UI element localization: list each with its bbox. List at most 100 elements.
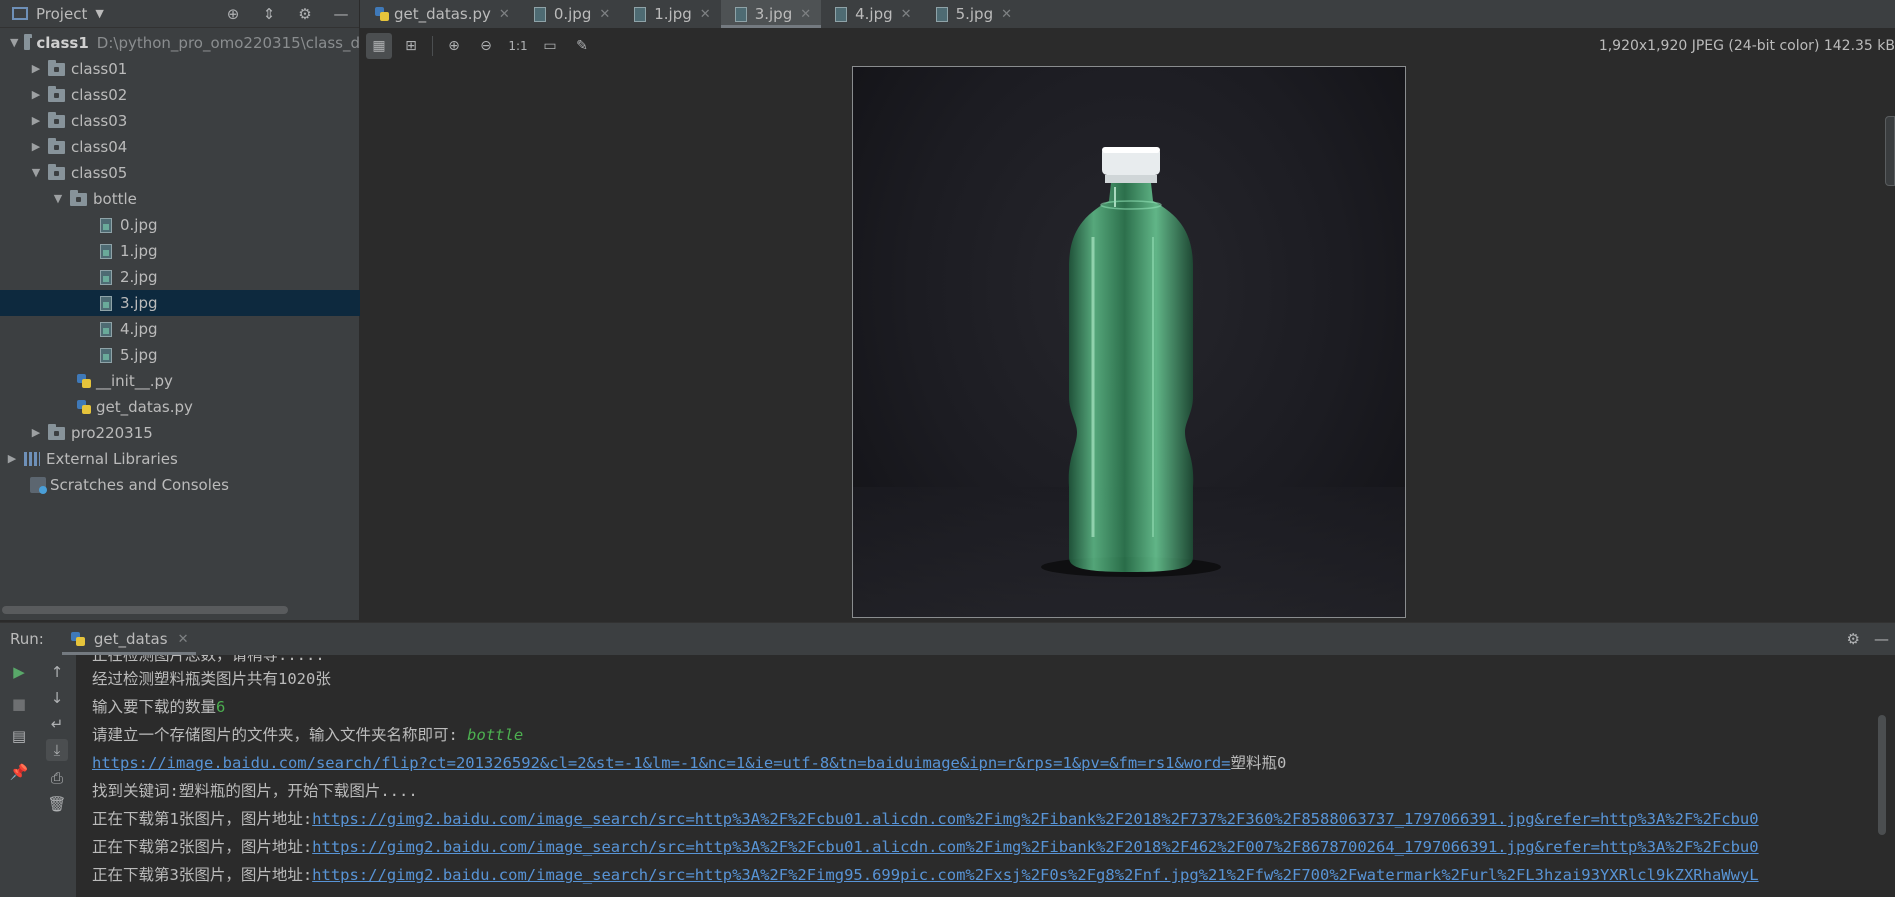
tree-item-class01[interactable]: ▶ class01: [0, 56, 360, 82]
folder-icon: [48, 137, 65, 154]
tree-item-label: class04: [71, 138, 128, 156]
close-icon[interactable]: ✕: [1001, 7, 1012, 22]
close-icon[interactable]: ✕: [178, 632, 189, 647]
tree-item-file[interactable]: 0.jpg: [0, 212, 360, 238]
project-view-icon: [12, 7, 28, 20]
console-text: 输入要下载的数量: [92, 698, 217, 716]
close-icon[interactable]: ✕: [499, 7, 510, 22]
console-output[interactable]: 正在检测图片总数，请稍等..... 经过检测塑料瓶类图片共有1020张 输入要下…: [76, 655, 1886, 897]
tree-item-class04[interactable]: ▶ class04: [0, 134, 360, 160]
tab-label: get_datas.py: [394, 5, 491, 23]
tree-item-external-libraries[interactable]: ▶ External Libraries: [0, 446, 360, 472]
print-icon[interactable]: ⎙: [46, 767, 68, 789]
close-icon[interactable]: ✕: [700, 7, 711, 22]
user-input: bottle: [467, 726, 524, 744]
tree-item-class03[interactable]: ▶ class03: [0, 108, 360, 134]
minimize-icon[interactable]: —: [331, 4, 351, 24]
grid-icon[interactable]: ⊞: [398, 33, 424, 59]
minimize-icon[interactable]: —: [1874, 630, 1889, 648]
run-tab-get-datas[interactable]: get_datas ✕: [61, 623, 197, 655]
project-view-selector[interactable]: Project: [36, 5, 87, 23]
console-text: 请建立一个存储图片的文件夹，输入文件夹名称即可:: [92, 726, 468, 744]
tab-1-jpg[interactable]: 1.jpg ✕: [620, 0, 720, 28]
tree-item-pro220315[interactable]: ▶ pro220315: [0, 420, 360, 446]
tree-item-scratches[interactable]: Scratches and Consoles: [0, 472, 360, 498]
tree-item-label: 0.jpg: [120, 216, 158, 234]
scroll-to-end-icon[interactable]: ⤓: [46, 739, 68, 761]
tree-item-class1[interactable]: ▼ class1 D:\python_pro_omo220315\class_d: [0, 30, 360, 56]
collapsed-arrow-icon[interactable]: ▶: [30, 63, 42, 75]
tree-item-label: class02: [71, 86, 128, 104]
console-line: 找到关键词:塑料瓶的图片，开始下载图片....: [92, 782, 418, 800]
collapse-all-icon[interactable]: ⇕: [259, 4, 279, 24]
gear-icon[interactable]: ⚙: [295, 4, 315, 24]
console-link[interactable]: https://gimg2.baidu.com/image_search/src…: [312, 838, 1758, 856]
expanded-arrow-icon[interactable]: ▼: [52, 193, 64, 205]
collapsed-arrow-icon[interactable]: ▶: [30, 89, 42, 101]
image-file-icon: [100, 217, 112, 233]
run-tab-label: get_datas: [93, 630, 168, 648]
bottle-illustration: [853, 147, 1405, 617]
layout-icon[interactable]: ▤: [8, 725, 30, 747]
close-icon[interactable]: ✕: [800, 7, 811, 22]
tree-item-file[interactable]: __init__.py: [0, 368, 360, 394]
image-file-icon: [935, 6, 948, 22]
console-text: 正在下载第1张图片，图片地址:: [92, 810, 313, 828]
collapsed-arrow-icon[interactable]: ▶: [30, 141, 42, 153]
console-link[interactable]: https://gimg2.baidu.com/image_search/src…: [312, 866, 1758, 884]
rerun-icon[interactable]: ▶: [8, 661, 30, 683]
fit-zoom-icon[interactable]: ▭: [537, 33, 563, 59]
tree-item-file[interactable]: 4.jpg: [0, 316, 360, 342]
pin-icon[interactable]: 📌: [8, 761, 30, 783]
gear-icon[interactable]: ⚙: [1847, 630, 1860, 648]
arrow-down-icon[interactable]: ↓: [46, 687, 68, 709]
tree-item-file-selected[interactable]: 3.jpg: [0, 290, 360, 316]
project-path: D:\python_pro_omo220315\class_d: [96, 34, 360, 52]
tree-item-label: bottle: [93, 190, 137, 208]
console-link[interactable]: https://gimg2.baidu.com/image_search/src…: [312, 810, 1758, 828]
tab-4-jpg[interactable]: 4.jpg ✕: [821, 0, 921, 28]
image-file-icon: [100, 243, 112, 259]
console-line: https://image.baidu.com/search/flip?ct=2…: [92, 749, 1286, 777]
tree-item-file[interactable]: 1.jpg: [0, 238, 360, 264]
actual-size-button[interactable]: 1:1: [505, 33, 531, 59]
project-tree: ▼ class1 D:\python_pro_omo220315\class_d…: [0, 30, 360, 610]
tree-item-bottle[interactable]: ▼ bottle: [0, 186, 360, 212]
image-file-icon: [100, 269, 112, 285]
close-icon[interactable]: ✕: [901, 7, 912, 22]
expanded-arrow-icon[interactable]: ▼: [30, 167, 42, 179]
tree-item-file[interactable]: get_datas.py: [0, 394, 360, 420]
tree-item-file[interactable]: 5.jpg: [0, 342, 360, 368]
tree-item-class02[interactable]: ▶ class02: [0, 82, 360, 108]
expanded-arrow-icon[interactable]: ▼: [10, 37, 18, 49]
tree-item-label: class03: [71, 112, 128, 130]
tab-3-jpg[interactable]: 3.jpg ✕: [720, 0, 822, 28]
chessboard-background-icon[interactable]: ▦: [366, 33, 392, 59]
tab-0-jpg[interactable]: 0.jpg ✕: [520, 0, 620, 28]
vertical-scrollbar[interactable]: [1878, 715, 1886, 835]
console-link[interactable]: https://image.baidu.com/search/flip?ct=2…: [92, 754, 1230, 772]
collapsed-arrow-icon[interactable]: ▶: [30, 115, 42, 127]
image-viewer: ▦ ⊞ ⊕ ⊖ 1:1 ▭ ✎ 1,920x1,920 JPEG (24-bit…: [360, 28, 1895, 620]
collapsed-arrow-icon[interactable]: ▶: [30, 427, 42, 439]
vertical-scrollbar[interactable]: [1885, 116, 1895, 186]
horizontal-scrollbar[interactable]: [2, 606, 288, 614]
arrow-up-icon[interactable]: ↑: [46, 661, 68, 683]
zoom-in-icon[interactable]: ⊕: [441, 33, 467, 59]
soft-wrap-icon[interactable]: ↵: [46, 713, 68, 735]
image-file-icon: [533, 6, 546, 22]
tab-5-jpg[interactable]: 5.jpg ✕: [922, 0, 1022, 28]
tree-item-file[interactable]: 2.jpg: [0, 264, 360, 290]
close-icon[interactable]: ✕: [599, 7, 610, 22]
chevron-down-icon[interactable]: ▼: [95, 7, 103, 20]
run-label: Run:: [10, 630, 44, 648]
trash-icon[interactable]: 🗑: [46, 793, 68, 815]
locate-file-icon[interactable]: ⊕: [223, 4, 243, 24]
zoom-out-icon[interactable]: ⊖: [473, 33, 499, 59]
tab-get-datas-py[interactable]: get_datas.py ✕: [360, 0, 520, 28]
color-picker-icon[interactable]: ✎: [569, 33, 595, 59]
collapsed-arrow-icon[interactable]: ▶: [6, 453, 18, 465]
tree-item-class05[interactable]: ▼ class05: [0, 160, 360, 186]
console-line: 经过检测塑料瓶类图片共有1020张: [92, 670, 331, 688]
stop-icon[interactable]: ■: [8, 693, 30, 715]
